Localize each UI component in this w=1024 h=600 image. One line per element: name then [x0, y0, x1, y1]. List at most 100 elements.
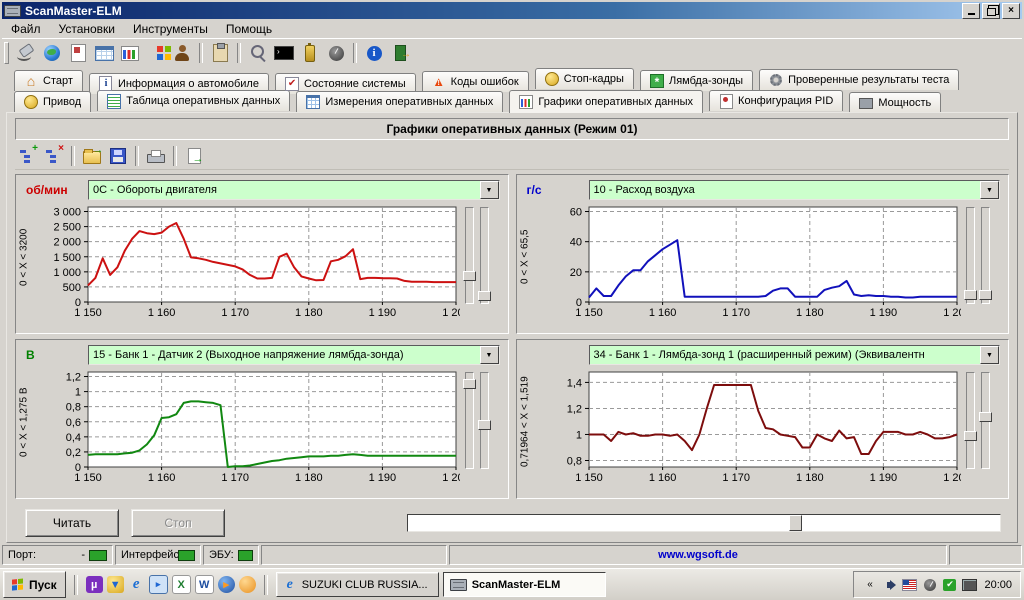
read-button[interactable]: Читать	[25, 509, 119, 537]
y-range-label: 0 < X < 3200	[16, 203, 32, 311]
outlook-express-icon[interactable]: ▸	[149, 575, 168, 594]
tab-live-data-graphs[interactable]: Графики оперативных данных	[509, 90, 703, 113]
tab-freeze-frames[interactable]: Стоп-кадры	[535, 68, 634, 89]
vehicle-info-icon[interactable]	[66, 42, 90, 64]
volume-icon[interactable]	[882, 578, 897, 591]
y-max-slider[interactable]	[465, 207, 474, 304]
user-icon[interactable]	[170, 42, 194, 64]
connect-icon[interactable]	[14, 42, 38, 64]
exit-icon[interactable]: →	[388, 42, 412, 64]
utorrent-icon[interactable]: µ	[86, 576, 103, 593]
remove-graph-icon[interactable]: ×	[41, 144, 67, 168]
gauge-icon[interactable]	[324, 42, 348, 64]
chevron-down-icon[interactable]: ▼	[480, 181, 499, 199]
keyboard-layout-icon[interactable]	[902, 578, 917, 591]
menu-file[interactable]: Файл	[2, 20, 50, 38]
y-max-slider[interactable]	[966, 372, 975, 469]
chevron-down-icon[interactable]: ▼	[980, 181, 999, 199]
taskbar-separator	[74, 575, 78, 595]
svg-text:1 200: 1 200	[442, 307, 460, 319]
start-label: Пуск	[29, 578, 57, 592]
menu-help[interactable]: Помощь	[217, 20, 281, 38]
tab-label: Коды ошибок	[451, 76, 519, 88]
table-icon[interactable]	[92, 42, 116, 64]
organizer-icon[interactable]	[239, 576, 256, 593]
collapse-tray-icon[interactable]: «	[862, 578, 877, 591]
slider-thumb[interactable]	[463, 379, 476, 389]
slider-thumb[interactable]	[964, 290, 977, 300]
history-slider[interactable]	[407, 514, 1001, 532]
chart-icon[interactable]	[118, 42, 142, 64]
pid-select-value: 10 - Расход воздуха	[590, 181, 981, 199]
task-button-scanmaster[interactable]: ScanMaster-ELM	[443, 572, 606, 597]
save-icon[interactable]	[105, 144, 131, 168]
y-min-slider[interactable]	[981, 207, 990, 304]
slider-thumb[interactable]	[478, 420, 491, 430]
svg-text:1 200: 1 200	[943, 472, 961, 484]
tab-live-data-meters[interactable]: Измерения оперативных данных	[296, 91, 503, 112]
y-min-slider[interactable]	[981, 372, 990, 469]
windows-icon[interactable]	[144, 42, 168, 64]
slider-thumb[interactable]	[789, 515, 802, 531]
tab-start[interactable]: ⌂Старт	[14, 70, 83, 91]
slider-thumb[interactable]	[979, 290, 992, 300]
svg-text:1: 1	[75, 387, 81, 399]
tab-test-results[interactable]: Проверенные результаты теста	[759, 69, 959, 90]
start-button[interactable]: Пуск	[3, 571, 66, 598]
minimize-button[interactable]	[962, 3, 980, 19]
terminal-icon[interactable]: ›	[272, 42, 296, 64]
y-max-slider[interactable]	[465, 372, 474, 469]
info-icon[interactable]: i	[362, 42, 386, 64]
minimize-icon	[968, 13, 975, 15]
open-icon[interactable]: →	[79, 144, 105, 168]
pid-select[interactable]: 34 - Банк 1 - Лямбда-зонд 1 (расширенный…	[589, 345, 1001, 365]
tab-actuators[interactable]: Привод	[14, 91, 91, 112]
pid-select[interactable]: 10 - Расход воздуха ▼	[589, 180, 1001, 200]
tab-lambda-sensors[interactable]: *Лямбда-зонды	[640, 70, 753, 91]
task-button-browser[interactable]: e SUZUKI CLUB RUSSIA...	[276, 572, 439, 597]
pid-select[interactable]: 15 - Банк 1 - Датчик 2 (Выходное напряже…	[88, 345, 500, 365]
y-max-slider[interactable]	[966, 207, 975, 304]
slider-thumb[interactable]	[979, 412, 992, 422]
print-icon[interactable]	[143, 144, 169, 168]
battery-icon[interactable]	[298, 42, 322, 64]
ie-icon[interactable]: e	[128, 576, 145, 593]
ecu-label: ЭБУ:	[209, 549, 234, 561]
export-icon[interactable]: →	[181, 144, 207, 168]
tab-live-data-table[interactable]: Таблица оперативных данных	[97, 90, 290, 111]
word-icon[interactable]: W	[195, 575, 214, 594]
pid-select[interactable]: 0C - Обороты двигателя ▼	[88, 180, 500, 200]
menu-settings[interactable]: Установки	[50, 20, 124, 38]
slider-thumb[interactable]	[463, 271, 476, 281]
tab-label: Информация о автомобиле	[118, 78, 259, 90]
stop-button[interactable]: Стоп	[131, 509, 225, 537]
menu-tools[interactable]: Инструменты	[124, 20, 217, 38]
lambda-icon: *	[650, 74, 664, 88]
clipboard-icon[interactable]	[208, 42, 232, 64]
close-button[interactable]: ×	[1002, 3, 1020, 19]
slider-thumb[interactable]	[964, 431, 977, 441]
media-player-icon[interactable]: ▸	[218, 576, 235, 593]
gear-icon	[769, 73, 783, 87]
tab-power[interactable]: Мощность	[849, 92, 941, 113]
gauge-tray-icon[interactable]	[922, 578, 937, 591]
wgsoft-link[interactable]: www.wgsoft.de	[449, 545, 947, 565]
tab-row-1: ⌂Старт iИнформация о автомобиле ✔Состоян…	[6, 68, 1018, 90]
display-icon[interactable]	[962, 578, 977, 591]
svg-text:1 500: 1 500	[53, 252, 81, 264]
chevron-down-icon[interactable]: ▼	[480, 346, 499, 364]
add-graph-icon[interactable]: +	[15, 144, 41, 168]
y-min-slider[interactable]	[480, 207, 489, 304]
web-icon[interactable]	[40, 42, 64, 64]
slider-thumb[interactable]	[478, 291, 491, 301]
download-manager-icon[interactable]: ▼	[107, 576, 124, 593]
tab-pid-config[interactable]: Конфигурация PID	[709, 90, 843, 111]
search-icon[interactable]	[246, 42, 270, 64]
excel-icon[interactable]: X	[172, 575, 191, 594]
antivirus-icon[interactable]: ✔	[942, 578, 957, 591]
restore-button[interactable]	[982, 3, 1000, 19]
checkbox-icon: ✔	[285, 77, 299, 91]
y-min-slider[interactable]	[480, 372, 489, 469]
tab-error-codes[interactable]: ▲!Коды ошибок	[422, 71, 529, 92]
chevron-down-icon[interactable]: ▼	[980, 346, 999, 364]
